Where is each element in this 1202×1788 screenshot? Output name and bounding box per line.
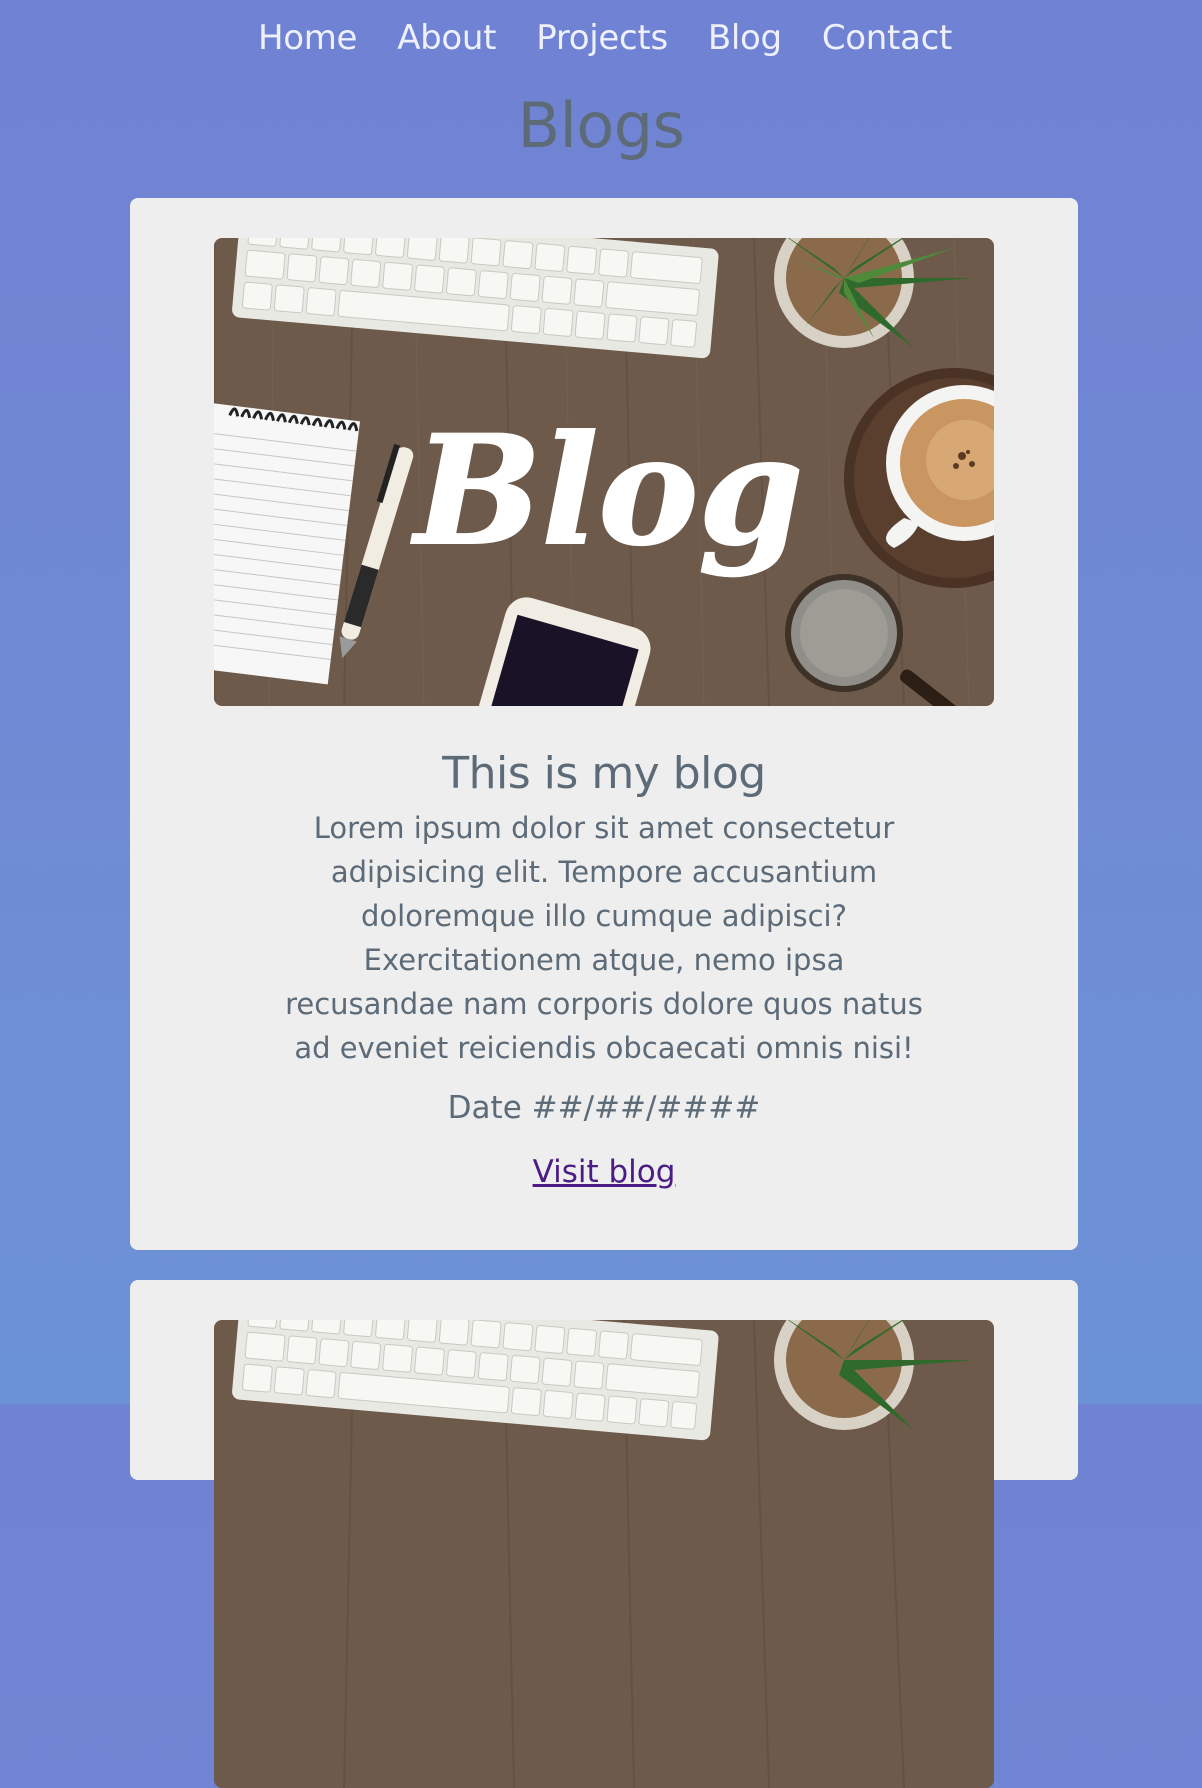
blog-excerpt: Lorem ipsum dolor sit amet consectetur a… (285, 811, 923, 1065)
nav-projects[interactable]: Projects (536, 14, 668, 62)
page-title: Blogs (517, 89, 685, 162)
visit-blog-link[interactable]: Visit blog (533, 1154, 676, 1190)
blog-title: This is my blog (442, 748, 766, 799)
nav-contact[interactable]: Contact (822, 14, 952, 62)
blog-cover-image (214, 1320, 994, 1788)
nav-home[interactable]: Home (258, 14, 358, 62)
nav-blog[interactable]: Blog (708, 14, 782, 62)
visit-blog-wrapper: Visit blog (130, 1150, 1078, 1194)
blog-card (130, 1280, 1078, 1788)
nav-about[interactable]: About (397, 14, 496, 62)
blog-cover-text: Blog (411, 403, 804, 579)
main-nav: Home About Projects Blog Contact (0, 14, 1202, 62)
blog-card: Blog This is my blog Lorem ipsum dolor s… (130, 198, 1078, 1250)
blog-cover-image: Blog (214, 238, 994, 706)
blog-date: Date ##/##/#### (447, 1090, 761, 1126)
